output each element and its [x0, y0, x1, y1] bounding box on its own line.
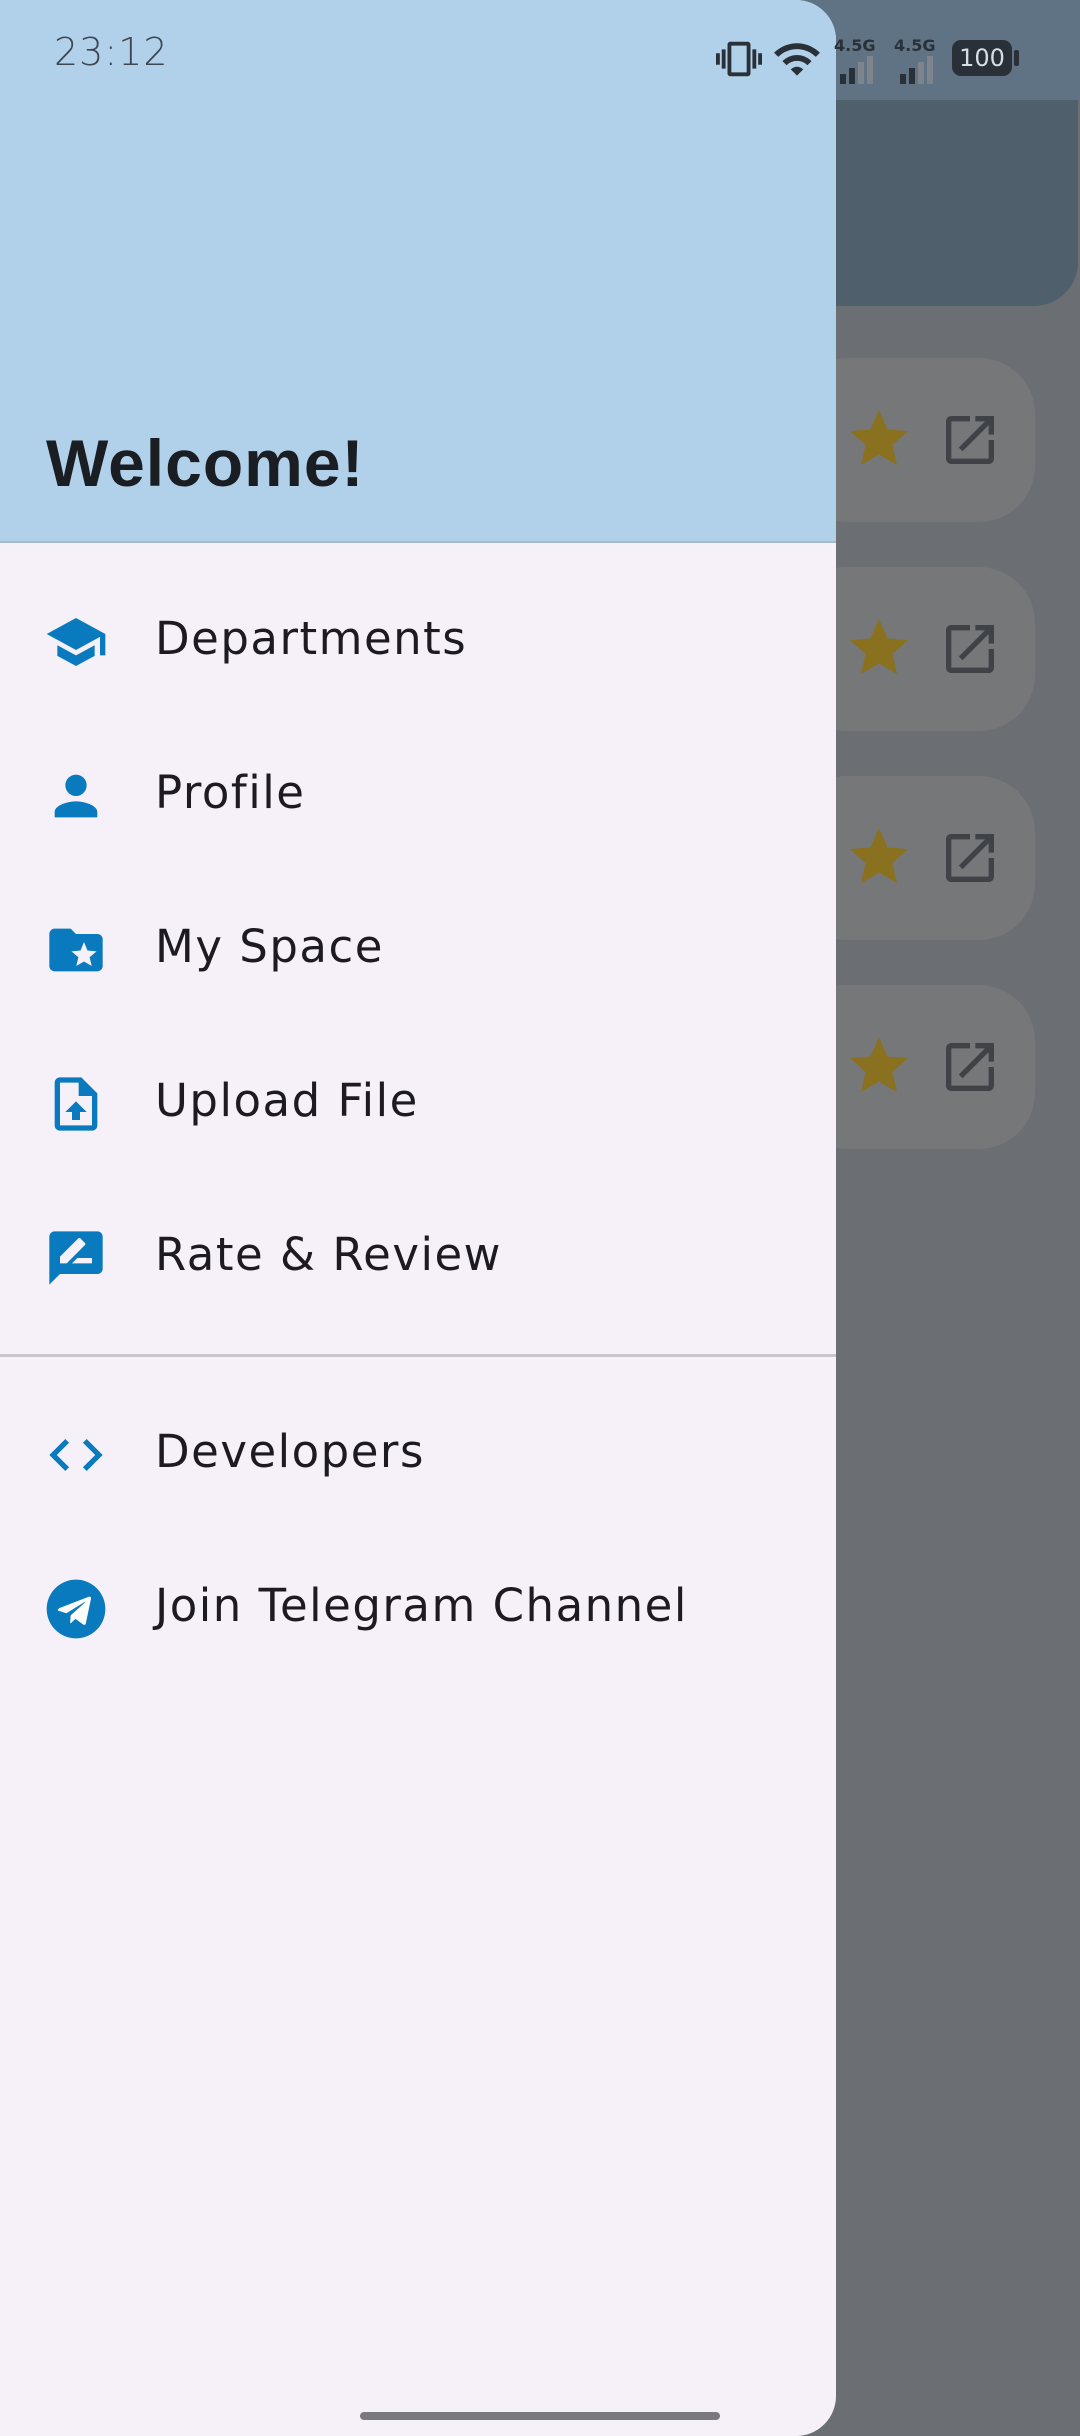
drawer-item-label: Rate & Review [155, 1228, 502, 1281]
folder-star-icon [49, 928, 103, 972]
drawer-item-label: Upload File [155, 1074, 419, 1127]
open-in-new-icon [946, 416, 994, 464]
drawer-header-title: Welcome! [46, 426, 365, 500]
drawer-item-label: My Space [155, 920, 384, 973]
open-in-new-icon [946, 1043, 994, 1091]
school-icon [46, 618, 106, 666]
status-time: 23:12 [54, 30, 169, 74]
drawer-item-departments[interactable]: Departments [0, 566, 836, 716]
drawer-item-label: Join Telegram Channel [155, 1579, 688, 1632]
drawer-item-telegram[interactable]: Join Telegram Channel [0, 1533, 836, 1683]
drawer-item-developers[interactable]: Developers [0, 1379, 836, 1529]
drawer-header: Welcome! [0, 0, 836, 543]
code-icon [49, 1439, 103, 1471]
drawer-item-my-space[interactable]: My Space [0, 874, 836, 1024]
drawer-item-rate-review[interactable]: Rate & Review [0, 1182, 836, 1332]
navigation-drawer: Welcome! Departments Profile My Space Up… [0, 0, 836, 2436]
drawer-item-label: Profile [155, 766, 306, 819]
home-indicator[interactable] [360, 2412, 720, 2420]
file-upload-icon [54, 1077, 98, 1131]
rate-review-icon [49, 1231, 103, 1285]
telegram-icon [46, 1579, 106, 1639]
open-in-new-icon [946, 834, 994, 882]
person-icon [54, 774, 98, 818]
star-icon [849, 1036, 909, 1093]
open-in-new-icon [946, 625, 994, 673]
drawer-item-label: Developers [155, 1425, 425, 1478]
star-icon [849, 827, 909, 884]
drawer-item-label: Departments [155, 612, 468, 665]
drawer-divider [0, 1354, 836, 1357]
star-icon [849, 409, 909, 466]
star-icon [849, 618, 909, 675]
drawer-item-profile[interactable]: Profile [0, 720, 836, 870]
drawer-item-upload-file[interactable]: Upload File [0, 1028, 836, 1178]
